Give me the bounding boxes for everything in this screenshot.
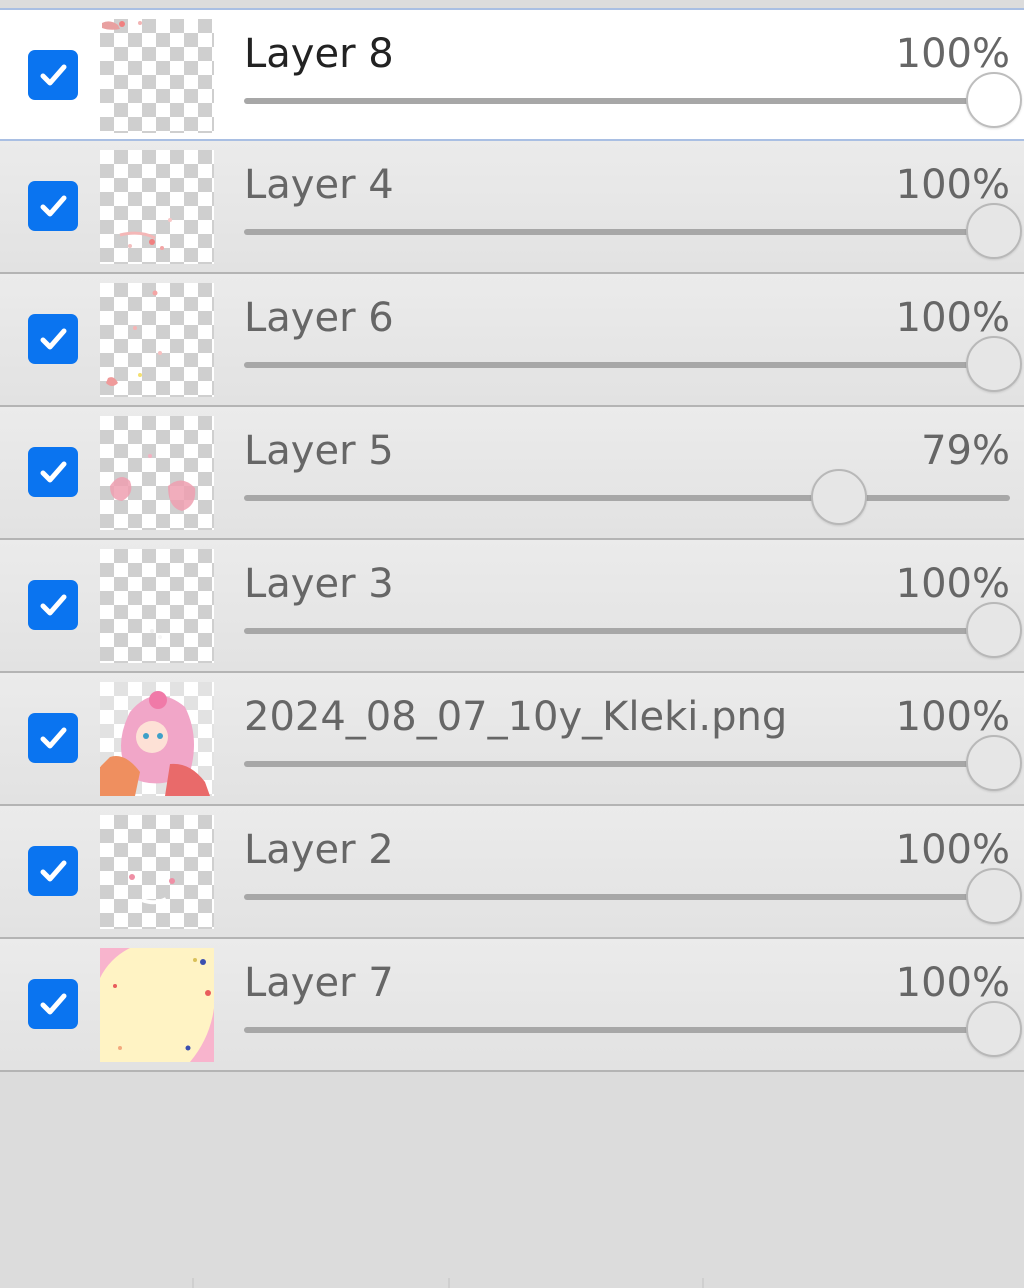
layer-name: 2024_08_07_10y_Kleki.png (244, 694, 788, 740)
layer-opacity-value: 79% (921, 428, 1010, 474)
layer-thumbnail[interactable] (100, 19, 214, 133)
opacity-slider-knob[interactable] (966, 735, 1022, 791)
opacity-slider-knob[interactable] (966, 1001, 1022, 1057)
checkmark-icon (40, 727, 67, 749)
layer-row[interactable]: Layer 8 100% (0, 8, 1024, 141)
layer-opacity-value: 100% (895, 295, 1010, 341)
opacity-slider-knob[interactable] (966, 868, 1022, 924)
visibility-checkbox[interactable] (28, 447, 78, 497)
opacity-slider-track[interactable] (244, 98, 1010, 104)
checkmark-icon (40, 64, 67, 86)
opacity-slider-track[interactable] (244, 362, 1010, 368)
checkmark-icon (40, 860, 67, 882)
layer-thumbnail[interactable] (100, 416, 214, 530)
layer-row[interactable]: Layer 2 100% (0, 806, 1024, 939)
layer-thumbnail[interactable] (100, 549, 214, 663)
checkmark-icon (40, 461, 67, 483)
layer-name: Layer 6 (244, 295, 394, 341)
layer-row[interactable]: 2024_08_07_10y_Kleki.png 100% (0, 673, 1024, 806)
checkmark-icon (40, 328, 67, 350)
visibility-checkbox[interactable] (28, 979, 78, 1029)
visibility-checkbox[interactable] (28, 50, 78, 100)
layer-opacity-value: 100% (895, 31, 1010, 77)
layer-opacity-value: 100% (895, 694, 1010, 740)
opacity-slider-track[interactable] (244, 894, 1010, 900)
layer-thumbnail[interactable] (100, 948, 214, 1062)
layer-opacity-value: 100% (895, 827, 1010, 873)
opacity-slider-knob[interactable] (966, 602, 1022, 658)
layer-row[interactable]: Layer 3 100% (0, 540, 1024, 673)
layer-name: Layer 5 (244, 428, 394, 474)
layer-list: Layer 8 100% Layer 4 100% Layer 6 100% L… (0, 8, 1024, 1072)
layer-name: Layer 8 (244, 31, 394, 77)
checkmark-icon (40, 594, 67, 616)
opacity-slider-track[interactable] (244, 229, 1010, 235)
opacity-slider-track[interactable] (244, 628, 1010, 634)
layer-row[interactable]: Layer 7 100% (0, 939, 1024, 1072)
opacity-slider-track[interactable] (244, 761, 1010, 767)
checkmark-icon (40, 993, 67, 1015)
layer-row[interactable]: Layer 4 100% (0, 141, 1024, 274)
layer-opacity-value: 100% (895, 561, 1010, 607)
visibility-checkbox[interactable] (28, 846, 78, 896)
opacity-slider-knob[interactable] (811, 469, 868, 525)
layer-thumbnail[interactable] (100, 815, 214, 929)
visibility-checkbox[interactable] (28, 580, 78, 630)
layer-thumbnail[interactable] (100, 283, 214, 397)
visibility-checkbox[interactable] (28, 181, 78, 231)
opacity-slider-track[interactable] (244, 1027, 1010, 1033)
layer-row[interactable]: Layer 6 100% (0, 274, 1024, 407)
checkmark-icon (40, 195, 67, 217)
layers-panel: Layer 8 100% Layer 4 100% Layer 6 100% L… (0, 0, 1024, 1288)
opacity-slider-knob[interactable] (966, 72, 1022, 128)
layer-row[interactable]: Layer 5 79% (0, 407, 1024, 540)
layer-name: Layer 3 (244, 561, 394, 607)
opacity-slider-track[interactable] (244, 495, 1010, 501)
layer-opacity-value: 100% (895, 960, 1010, 1006)
opacity-slider-knob[interactable] (966, 336, 1022, 392)
visibility-checkbox[interactable] (28, 713, 78, 763)
layer-name: Layer 7 (244, 960, 394, 1006)
layer-name: Layer 2 (244, 827, 394, 873)
layer-opacity-value: 100% (895, 162, 1010, 208)
layer-thumbnail[interactable] (100, 150, 214, 264)
layer-name: Layer 4 (244, 162, 394, 208)
layer-thumbnail[interactable] (100, 682, 214, 796)
visibility-checkbox[interactable] (28, 314, 78, 364)
opacity-slider-knob[interactable] (966, 203, 1022, 259)
